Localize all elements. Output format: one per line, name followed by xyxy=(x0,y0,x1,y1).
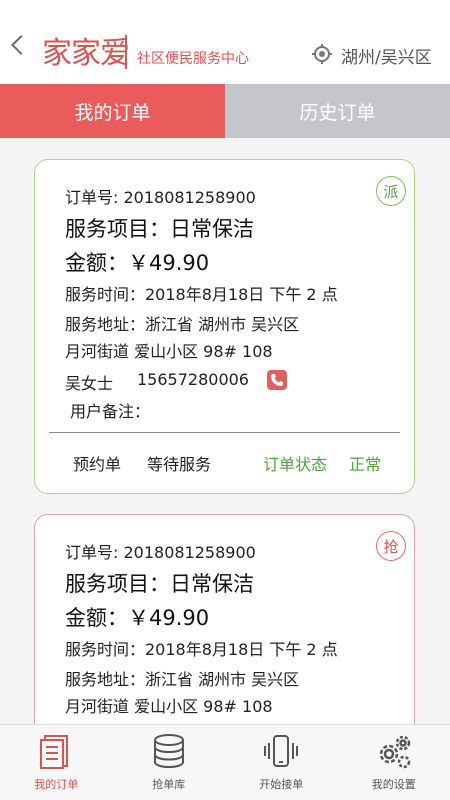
app-slogan: 社区便民服务中心 xyxy=(137,51,249,67)
order-card[interactable]: 派 订单号: 2018081258900 服务项目：日常保洁 金额：￥49.90… xyxy=(34,159,415,494)
phone-vibrate-icon xyxy=(264,735,299,767)
nav-start-accepting[interactable]: 开始接单 xyxy=(225,725,338,800)
app-logo: 家家爱 xyxy=(42,36,130,71)
location-icon[interactable] xyxy=(312,44,332,64)
service-address-line1: 服务地址：浙江省 湖州市 吴兴区 xyxy=(65,315,300,334)
service-address-line1: 服务地址：浙江省 湖州市 吴兴区 xyxy=(65,670,300,689)
document-icon xyxy=(40,735,69,769)
service-time: 服务时间：2018年8月18日 下午 2 点 xyxy=(65,640,338,659)
customer-phone: 15657280006 xyxy=(137,370,249,389)
service-address-line2: 月河街道 爱山小区 98# 108 xyxy=(65,697,273,716)
order-type: 预约单 xyxy=(73,455,122,474)
nav-label: 开始接单 xyxy=(259,778,304,791)
nav-my-orders[interactable]: 我的订单 xyxy=(0,725,113,800)
service-item: 服务项目：日常保洁 xyxy=(65,572,254,596)
service-item: 服务项目：日常保洁 xyxy=(65,217,254,241)
order-state: 等待服务 xyxy=(147,455,212,474)
nav-label: 我的订单 xyxy=(34,778,79,791)
bottom-navigation: 我的订单 抢单库 开始接单 我的设置 xyxy=(0,724,450,800)
customer-name: 吴女士 xyxy=(65,374,114,393)
tab-my-orders[interactable]: 我的订单 xyxy=(0,84,225,138)
tab-history-orders[interactable]: 历史订单 xyxy=(225,84,450,138)
order-status-label: 订单状态 xyxy=(263,455,328,474)
service-time: 服务时间：2018年8月18日 下午 2 点 xyxy=(65,285,338,304)
gear-icon xyxy=(379,735,410,769)
back-arrow-icon[interactable] xyxy=(11,35,31,55)
dispatch-badge: 派 xyxy=(376,176,406,206)
order-number: 订单号: 2018081258900 xyxy=(65,543,256,562)
order-amount: 金额：￥49.90 xyxy=(65,606,210,630)
order-tabs: 我的订单 历史订单 xyxy=(0,84,450,138)
user-remark: 用户备注： xyxy=(70,402,151,421)
logo-divider xyxy=(125,35,127,69)
grab-badge[interactable]: 抢 xyxy=(376,531,406,561)
app-header: 家家爱 社区便民服务中心 湖州/吴兴区 xyxy=(0,0,450,84)
database-icon xyxy=(153,734,184,769)
order-amount: 金额：￥49.90 xyxy=(65,251,210,275)
phone-call-icon[interactable] xyxy=(267,370,287,390)
card-divider xyxy=(49,432,400,433)
order-status-value: 正常 xyxy=(349,455,382,474)
location-text[interactable]: 湖州/吴兴区 xyxy=(341,43,432,68)
service-address-line2: 月河街道 爱山小区 98# 108 xyxy=(65,342,273,361)
nav-my-settings[interactable]: 我的设置 xyxy=(338,725,450,800)
nav-label: 抢单库 xyxy=(152,778,186,791)
order-number: 订单号: 2018081258900 xyxy=(65,188,256,207)
nav-grab-orders[interactable]: 抢单库 xyxy=(113,725,226,800)
nav-label: 我的设置 xyxy=(371,778,416,791)
